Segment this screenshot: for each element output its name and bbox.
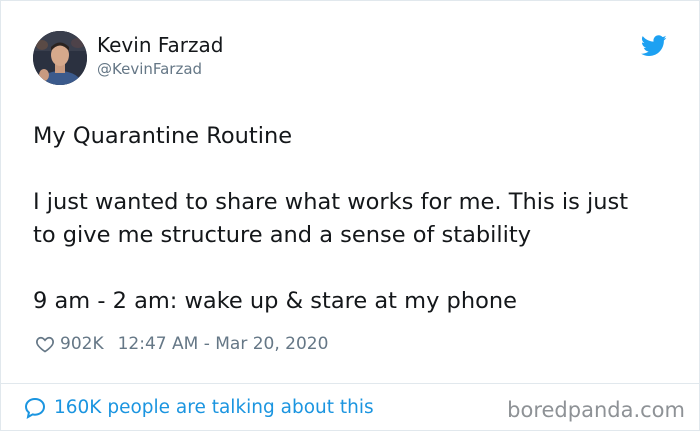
tweet-timestamp[interactable]: 12:47 AM - Mar 20, 2020 (118, 332, 329, 356)
tweet-card: Kevin Farzad @KevinFarzad My Quarantine … (0, 0, 700, 431)
speech-bubble-icon (24, 397, 46, 419)
tweet-line: to give me structure and a sense of stab… (33, 222, 532, 248)
watermark: boredpanda.com (507, 398, 685, 422)
tweet-text: My Quarantine Routine I just wanted to s… (33, 120, 683, 318)
tweet-header: Kevin Farzad @KevinFarzad (33, 31, 673, 89)
avatar-photo (33, 31, 87, 85)
author-handle[interactable]: @KevinFarzad (97, 59, 202, 79)
tweet-meta: 902K 12:47 AM - Mar 20, 2020 (35, 332, 328, 356)
tweet-line-title: My Quarantine Routine (33, 123, 293, 149)
divider (1, 383, 699, 384)
like-count[interactable]: 902K (60, 332, 104, 356)
avatar[interactable] (33, 31, 87, 85)
tweet-line: 9 am - 2 am: wake up & stare at my phone (33, 288, 517, 314)
author-name[interactable]: Kevin Farzad (97, 33, 223, 57)
twitter-bird-icon[interactable] (641, 35, 667, 57)
tweet-line: I just wanted to share what works for me… (33, 189, 629, 215)
talking-about-link[interactable]: 160K people are talking about this (23, 395, 374, 421)
heart-icon[interactable] (35, 334, 55, 354)
talking-about-label[interactable]: 160K people are talking about this (54, 395, 374, 421)
